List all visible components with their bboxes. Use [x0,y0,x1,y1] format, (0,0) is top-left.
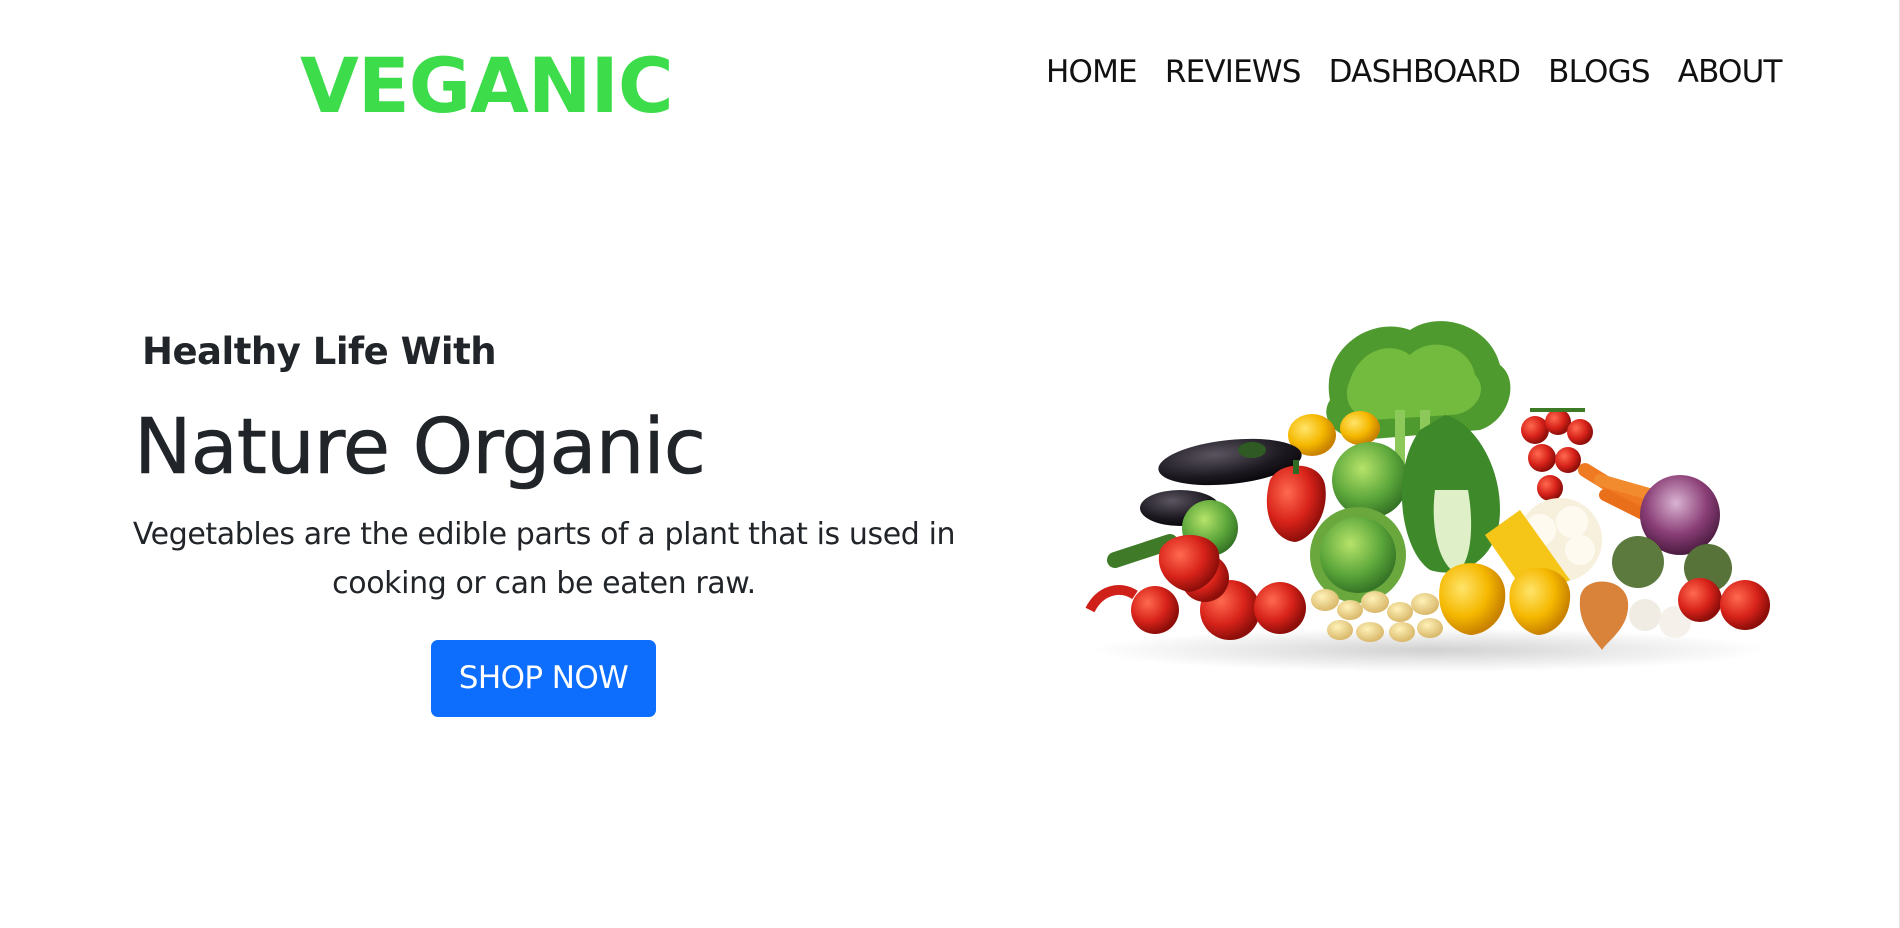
hero-title: Nature Organic [134,403,707,493]
landing-page: VEGANIC HOME REVIEWS DASHBOARD BLOGS ABO… [0,0,1900,928]
main-nav: HOME REVIEWS DASHBOARD BLOGS ABOUT [1046,52,1810,92]
nav-blogs[interactable]: BLOGS [1548,54,1650,90]
shop-now-button[interactable]: SHOP NOW [431,640,656,717]
brand-logo[interactable]: VEGANIC [300,48,674,124]
nav-about[interactable]: ABOUT [1678,54,1783,90]
hero-kicker: Healthy Life With [142,330,497,373]
nav-dashboard[interactable]: DASHBOARD [1329,54,1521,90]
nav-home[interactable]: HOME [1046,54,1138,90]
nav-reviews[interactable]: REVIEWS [1165,54,1302,90]
hero-description: Vegetables are the edible parts of a pla… [132,517,956,601]
vegetables-pile-image [1085,321,1770,672]
